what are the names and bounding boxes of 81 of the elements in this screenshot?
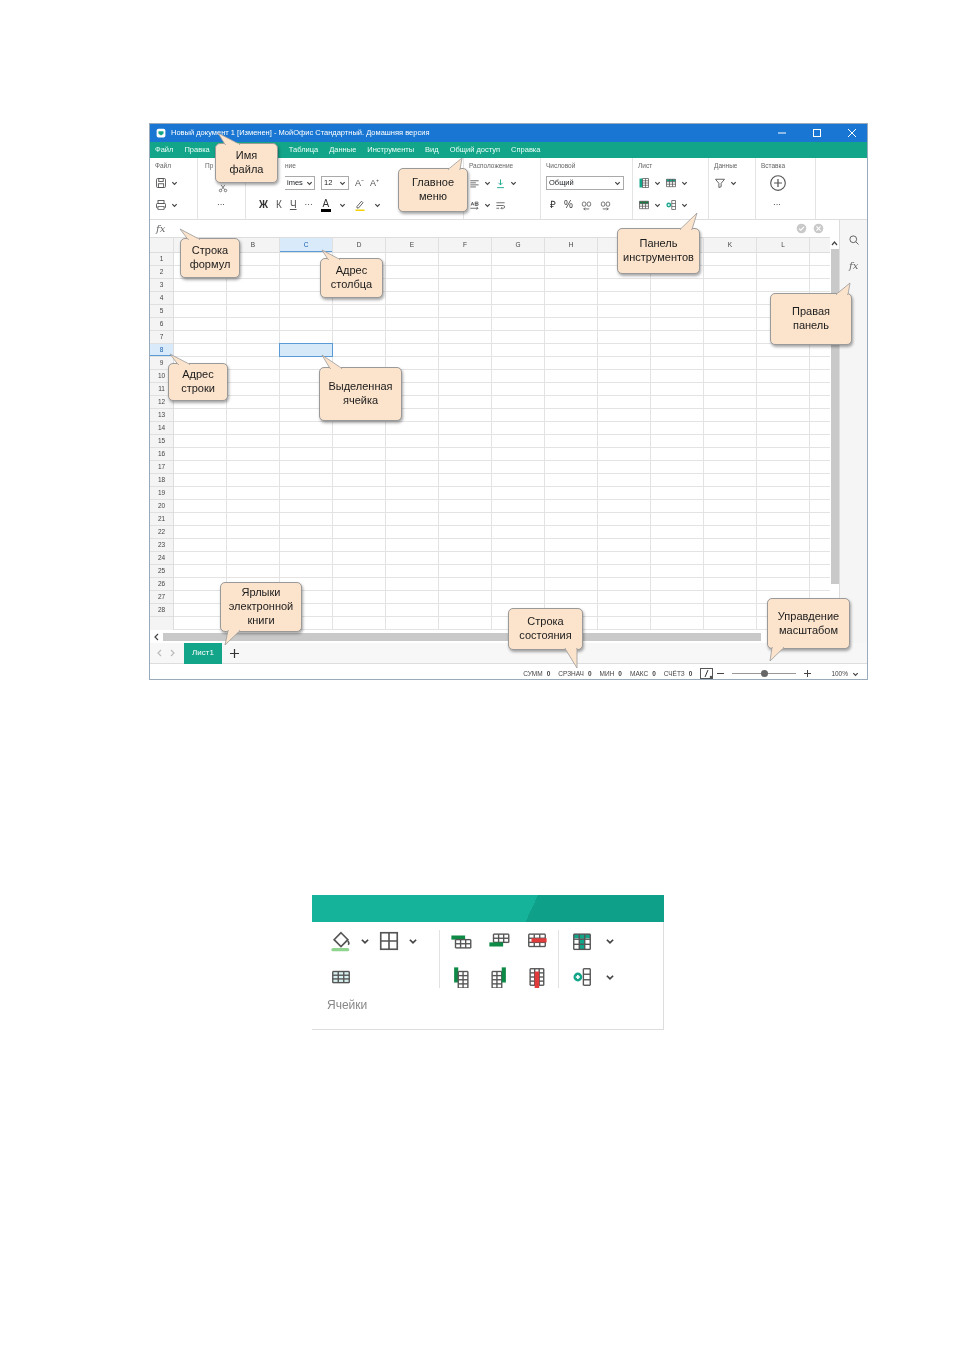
scissors-icon[interactable] xyxy=(218,183,228,193)
increase-decimal-icon[interactable] xyxy=(599,199,611,211)
chevron-icon[interactable] xyxy=(654,179,661,187)
callout: Выделенная ячейка xyxy=(319,367,402,421)
zoom-in-icon[interactable] xyxy=(804,670,812,677)
more-button[interactable]: ··· xyxy=(304,201,313,209)
currency-button[interactable]: ₽ xyxy=(550,200,556,210)
more-button[interactable]: ··· xyxy=(773,201,781,209)
chevron-icon[interactable] xyxy=(374,201,382,209)
zoom-out-icon[interactable] xyxy=(717,670,725,677)
callout: Главное меню xyxy=(398,168,468,212)
percent-button[interactable]: % xyxy=(564,200,573,210)
scroll-up-icon[interactable] xyxy=(831,240,838,246)
formula-label: fx xyxy=(156,222,166,236)
font-color-button[interactable]: A xyxy=(320,198,332,212)
close-icon[interactable] xyxy=(848,129,856,137)
formula-mode-icon[interactable] xyxy=(700,668,714,679)
underline-button[interactable]: Ч xyxy=(289,200,297,210)
chevron-icon[interactable] xyxy=(681,179,688,187)
wrap-text-icon[interactable] xyxy=(495,199,506,211)
chevron-icon[interactable] xyxy=(484,179,491,187)
italic-button[interactable]: К xyxy=(276,200,282,210)
table-icon[interactable] xyxy=(638,199,650,211)
callout-pointer xyxy=(565,649,578,669)
scroll-left-icon[interactable] xyxy=(153,632,159,641)
chevron-icon[interactable] xyxy=(360,936,370,946)
chevron-icon[interactable] xyxy=(605,936,615,946)
callout-pointer xyxy=(322,355,343,370)
chevron-icon[interactable] xyxy=(171,179,178,187)
app-logo-icon xyxy=(156,128,166,138)
chevron-icon[interactable] xyxy=(510,179,517,187)
more-button[interactable]: ··· xyxy=(217,201,225,209)
chevron-icon[interactable] xyxy=(408,936,418,946)
table-icon[interactable] xyxy=(665,177,677,189)
selected-cell[interactable] xyxy=(279,343,333,357)
formula-panel-button[interactable]: fx xyxy=(849,258,859,273)
zoom-slider-thumb[interactable] xyxy=(760,670,768,677)
decrease-decimal-icon[interactable] xyxy=(580,199,592,211)
callout-pointer xyxy=(170,354,191,366)
group-label: Ячейки xyxy=(327,997,369,1014)
callout-pointer xyxy=(448,158,463,171)
format-table-icon[interactable] xyxy=(571,930,593,952)
chevron-icon[interactable] xyxy=(654,201,661,209)
callout-pointer xyxy=(680,213,698,231)
callout: Панель инструментов xyxy=(617,228,700,274)
callout: Правая панель xyxy=(770,293,852,345)
callout: Управдение масштабом xyxy=(767,598,850,649)
chevron-icon[interactable] xyxy=(681,201,688,209)
search-icon[interactable] xyxy=(847,234,860,246)
highlighter-icon[interactable] xyxy=(354,199,367,211)
fill-color-icon[interactable] xyxy=(330,930,352,952)
callout-pointer xyxy=(180,229,201,241)
add-icon[interactable] xyxy=(769,174,787,192)
callout: Ярлыки электронной книги xyxy=(220,582,302,632)
add-sheet-icon[interactable] xyxy=(229,648,239,658)
insert-column-icon[interactable] xyxy=(638,177,650,189)
grow-font-button[interactable]: A⁺ xyxy=(370,178,380,188)
shrink-font-button[interactable]: A⁻ xyxy=(355,178,364,188)
callout-pointer xyxy=(770,648,785,662)
callout: Строка состояния xyxy=(508,608,583,650)
chevron-icon[interactable] xyxy=(339,201,347,209)
maximize-icon[interactable] xyxy=(813,129,821,137)
print-icon[interactable] xyxy=(155,199,167,211)
callout-pointer xyxy=(322,250,341,261)
chevron-icon[interactable] xyxy=(484,201,491,209)
chevron-icon[interactable] xyxy=(305,179,313,187)
chevron-icon[interactable] xyxy=(605,972,615,982)
callout-pointer xyxy=(836,283,851,296)
chevron-icon[interactable] xyxy=(171,201,178,209)
save-icon[interactable] xyxy=(155,177,167,189)
chevron-icon[interactable] xyxy=(730,179,737,187)
insert-cells-icon[interactable] xyxy=(665,199,677,211)
callout-pointer xyxy=(225,631,241,646)
horizontal-scrollbar[interactable] xyxy=(163,632,761,641)
text-direction-icon[interactable] xyxy=(469,199,480,211)
filter-icon[interactable] xyxy=(714,177,726,189)
bold-button[interactable]: Ж xyxy=(259,200,269,210)
borders-icon[interactable] xyxy=(378,930,400,952)
chevron-icon[interactable] xyxy=(339,179,346,187)
chevron-icon[interactable] xyxy=(614,179,621,187)
insert-cells-icon[interactable] xyxy=(571,966,593,988)
